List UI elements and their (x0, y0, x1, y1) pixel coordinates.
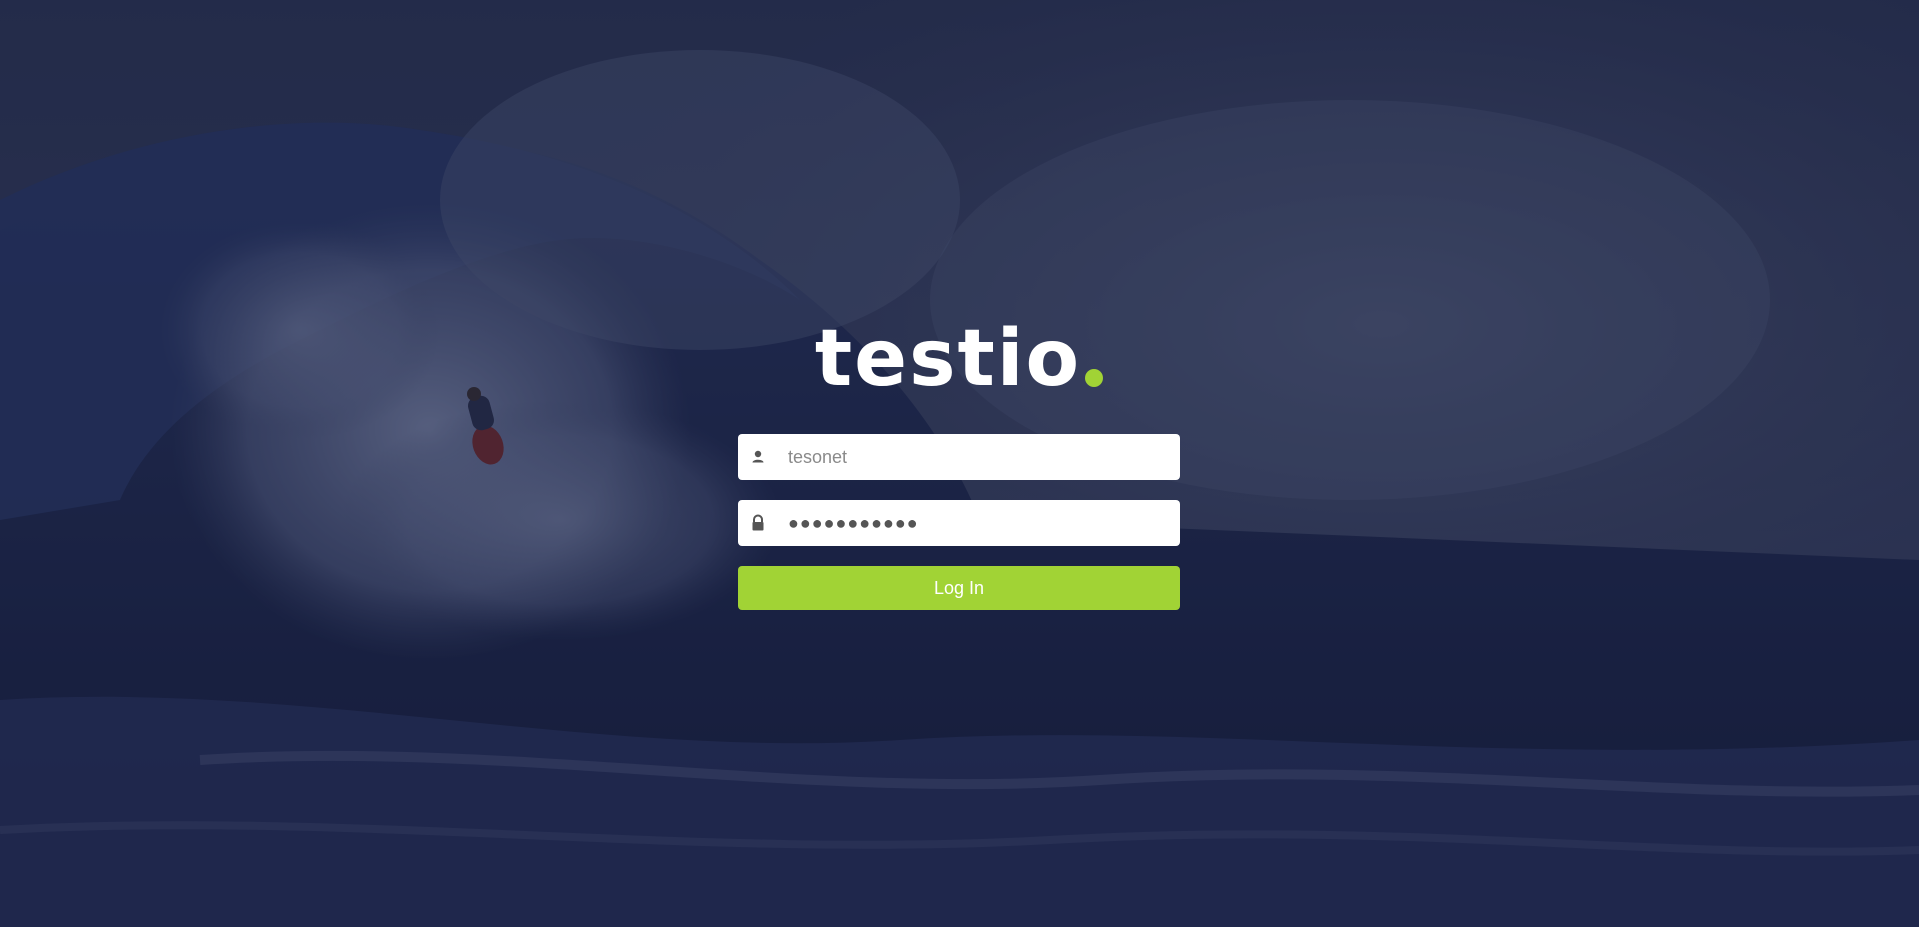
password-field (738, 500, 1180, 546)
login-button[interactable]: Log In (738, 566, 1180, 610)
login-form: testio Log In (738, 320, 1180, 610)
user-icon (752, 450, 764, 463)
lock-icon (752, 514, 764, 531)
login-page: testio Log In (0, 0, 1919, 927)
brand-dot (1085, 369, 1104, 387)
brand-name: testio (814, 314, 1082, 404)
username-field (738, 434, 1180, 480)
brand-logo: testio (738, 320, 1180, 398)
username-input[interactable] (788, 434, 1168, 480)
password-input[interactable] (788, 500, 1168, 546)
